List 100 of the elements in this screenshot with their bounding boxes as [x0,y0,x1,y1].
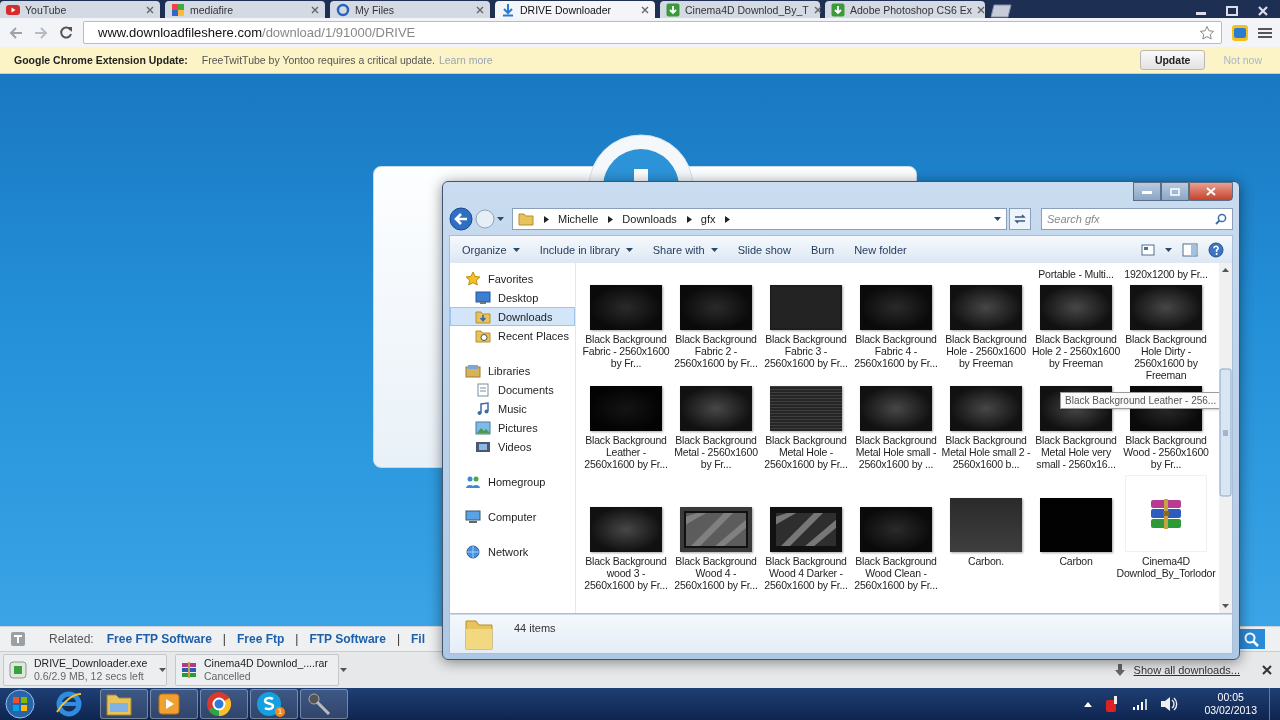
file-name[interactable]: Black Background Fabric 2 - 2560x1600 by Fr... [671,333,761,369]
breadcrumb[interactable]: gfx [700,213,716,225]
taskbar-button[interactable] [100,689,148,719]
browser-tab[interactable]: YouTube [0,1,160,18]
nav-item[interactable]: Computer [450,507,575,526]
minimize-button[interactable] [1133,182,1161,201]
close-icon[interactable] [1262,665,1272,675]
star-icon[interactable] [1199,24,1215,41]
file-name[interactable]: Black Background Metal Hole - 2560x1600 by Fr... [761,434,851,470]
square-icon [10,631,26,647]
nav-item[interactable]: Desktop [450,288,575,307]
file-name[interactable]: Black Background Leather - 2560x1600 by Fr... [581,434,671,470]
chevron-icon[interactable] [724,215,731,223]
caret-icon[interactable] [1084,701,1093,707]
view-icon[interactable] [1141,243,1155,256]
file-name[interactable]: Black Background Fabric 4 - 2560x1600 by Fr... [851,333,941,369]
file-name[interactable]: Black Background Fabric - 2560x1600 by Fr... [581,333,671,369]
file-name[interactable]: Black Background Metal - 2560x1600 by Fr... [671,434,761,470]
menu-icon[interactable] [1258,26,1272,39]
update-button[interactable]: Update [1139,50,1206,70]
file-name[interactable]: Black Background Metal Hole very small - 2560x16... [1031,434,1121,470]
start-icon[interactable] [2,689,38,719]
caret-icon[interactable] [994,217,1001,221]
book-stack-icon [1148,497,1184,530]
caret-icon[interactable] [497,217,504,221]
related-label: Related: [49,632,94,646]
search-field[interactable]: Search gfx [1041,208,1233,230]
toolbar-button[interactable]: Burn [804,241,841,258]
toolbar-button[interactable]: Share with [646,241,724,258]
browser-tab[interactable]: Cinema4D Downlod_By_T [660,1,820,18]
taskbar-button[interactable] [200,689,248,719]
chevron-icon[interactable] [685,215,692,223]
file-name[interactable]: Carbon [1059,555,1093,567]
chevron-icon[interactable] [607,215,614,223]
search-icon[interactable] [1239,629,1265,649]
caret-icon [710,247,718,252]
nav-item[interactable]: Downloads [450,307,575,326]
browser-tab[interactable]: Adobe Photoshop CS6 Ex [825,1,985,18]
clock[interactable]: 00:05 03/02/2013 [1204,691,1257,717]
caret-icon[interactable] [159,668,167,672]
file-name[interactable]: Black Background Hole - 2560x1600 by Freeman [941,333,1031,369]
browser-tab[interactable]: My Files [330,1,490,18]
file-name[interactable]: Black Background Metal Hole small - 2560x1600 by ... [851,434,941,470]
download-item[interactable]: DRIVE_Downloader.exe 0.6/2.9 MB, 12 secs left [3,654,167,686]
search-icon [1215,213,1227,225]
speaker-icon[interactable] [1160,696,1179,712]
chevron-icon[interactable] [543,215,549,223]
file-name[interactable]: Black Background Wood 4 - 2560x1600 by Fr... [671,555,761,591]
nav-item[interactable]: Libraries [450,361,575,380]
file-name[interactable]: Black Background Hole 2 - 2560x1600 by Freeman [1031,333,1121,369]
close-icon[interactable] [813,5,822,14]
nav-item[interactable]: Videos [450,437,575,456]
file-name[interactable]: Black Background wood 3 - 2560x1600 by Fr... [581,555,671,591]
related-link[interactable]: Free FTP Software [106,632,212,646]
close-icon[interactable] [641,5,649,14]
monitor-icon [475,290,491,305]
taskbar-button[interactable] [300,689,348,719]
browser-tab[interactable]: DRIVE Downloader [495,1,655,18]
related-link[interactable]: FTP Software [309,632,386,646]
reload-icon[interactable] [58,24,74,41]
nav-item[interactable]: Recent Places [450,326,575,345]
address-bar[interactable]: www.downloadfileshere.com/download/1/91000/DRIVE [83,21,1222,44]
nav-item[interactable]: Homegroup [450,472,575,491]
maximize-button[interactable] [1161,182,1189,201]
nav-item[interactable]: Documents [450,380,575,399]
file-name[interactable]: Black Background Metal Hole small 2 - 2560x1600 b... [941,434,1031,470]
close-button[interactable] [1189,182,1233,201]
breadcrumb[interactable]: Downloads [622,213,677,225]
toolbar-button[interactable]: Organize [456,241,526,258]
toolbar-button[interactable]: New folder [848,241,913,258]
refresh-button[interactable] [1009,208,1031,230]
nav-item[interactable]: Music [450,399,575,418]
help-icon[interactable] [1208,241,1224,258]
file-name[interactable]: Black Background Wood 4 Darker - 2560x1600 by Fr... [761,555,851,591]
file-name[interactable]: Black Background Hole Dirty - 2560x1600 by Freeman [1121,333,1211,381]
file-name[interactable]: Cinema4D Downlod_By_Torlodor [1116,555,1216,579]
scrollbar[interactable] [1219,263,1232,613]
breadcrumb[interactable]: Michelle [558,213,599,225]
related-link[interactable]: Free Ftp [236,632,285,646]
nav-item[interactable]: Network [450,542,575,561]
nav-item[interactable]: Pictures [450,418,575,437]
caret-icon[interactable] [339,668,347,672]
browser-tab[interactable]: mediafire [165,1,325,18]
file-name[interactable]: Black Background Fabric 3 - 2560x1600 by Fr... [761,333,851,369]
new-tab-icon[interactable] [990,4,1014,18]
nav-item[interactable]: Favorites [450,269,575,288]
extension-icon[interactable] [1231,23,1249,42]
file-name[interactable]: Black Background Wood - 2560x1600 by Fr... [1121,434,1211,470]
toolbar-button[interactable]: Include in library [533,241,639,258]
taskbar-button[interactable] [150,689,198,719]
signal-icon[interactable] [1132,698,1149,710]
show-all-downloads-link[interactable]: Show all downloads... [1133,664,1240,676]
address-bar[interactable]: Michelle Downloads gfx [512,208,1007,230]
file-name[interactable]: Carbon. [968,555,1004,567]
file-name[interactable]: Portable - Multi... [1038,268,1114,280]
caret-icon[interactable] [1165,247,1172,252]
file-name[interactable]: 1920x1200 by Fr... [1124,268,1208,280]
toolbar-button[interactable]: Slide show [731,241,797,258]
file-name[interactable]: Black Background Wood Clean - 2560x1600 by Fr... [851,555,941,591]
related-link[interactable]: Fil [411,632,426,646]
